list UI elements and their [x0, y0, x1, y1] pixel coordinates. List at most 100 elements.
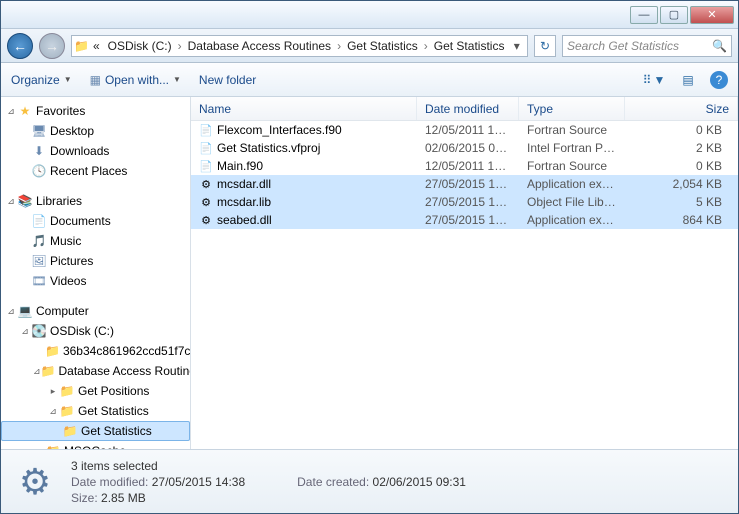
breadcrumb-seg[interactable]: OSDisk (C:)	[104, 39, 176, 53]
file-size: 2,054 KB	[625, 177, 738, 191]
file-date: 02/06/2015 09:25	[417, 141, 519, 155]
tree-item-getstat-inner[interactable]: 📁Get Statistics	[1, 421, 190, 441]
maximize-button[interactable]: ▢	[660, 6, 688, 24]
explorer-window: — ▢ ✕ ← → 📁 « OSDisk (C:)› Database Acce…	[0, 0, 739, 514]
tree-libraries[interactable]: ⊿📚Libraries	[1, 191, 190, 211]
folder-icon: 📁	[59, 404, 75, 418]
file-name: Get Statistics.vfproj	[217, 141, 320, 155]
tree-item-dar[interactable]: ⊿📁Database Access Routine	[1, 361, 190, 381]
file-row[interactable]: ⚙seabed.dll27/05/2015 14:39Application e…	[191, 211, 738, 229]
videos-icon: 🎞	[31, 274, 47, 288]
breadcrumb[interactable]: 📁 « OSDisk (C:)› Database Access Routine…	[71, 35, 528, 57]
file-size: 864 KB	[625, 213, 738, 227]
breadcrumb-seg[interactable]: Database Access Routines	[184, 39, 335, 53]
search-input[interactable]: Search Get Statistics 🔍	[562, 35, 732, 57]
file-date: 27/05/2015 14:39	[417, 213, 519, 227]
tree-item-mso[interactable]: 📁MSOCache	[1, 441, 190, 449]
forward-button[interactable]: →	[39, 33, 65, 59]
open-with-button[interactable]: ▦Open with...▼	[90, 73, 181, 87]
breadcrumb-overflow[interactable]: «	[89, 39, 104, 53]
titlebar: — ▢ ✕	[1, 1, 738, 29]
tree-item-recent[interactable]: 🕓Recent Places	[1, 161, 190, 181]
refresh-button[interactable]: ↻	[534, 35, 556, 57]
details-title: 3 items selected	[71, 459, 245, 473]
downloads-icon: ⬇	[31, 144, 47, 158]
content-area: ⊿★Favorites 🖥Desktop ⬇Downloads 🕓Recent …	[1, 97, 738, 449]
search-placeholder: Search Get Statistics	[567, 39, 679, 53]
tree-item-osdisk[interactable]: ⊿💽OSDisk (C:)	[1, 321, 190, 341]
details-size-value: 2.85 MB	[101, 491, 146, 505]
star-icon: ★	[17, 104, 33, 118]
file-type: Intel Fortran Proje...	[519, 141, 625, 155]
breadcrumb-dropdown[interactable]: ▾	[508, 39, 525, 53]
file-icon: ⚙	[199, 177, 213, 191]
tree-item-music[interactable]: 🎵Music	[1, 231, 190, 251]
navigation-tree[interactable]: ⊿★Favorites 🖥Desktop ⬇Downloads 🕓Recent …	[1, 97, 191, 449]
file-icon: ⚙	[199, 195, 213, 209]
file-name: Main.f90	[217, 159, 263, 173]
new-folder-button[interactable]: New folder	[199, 73, 256, 87]
file-date: 27/05/2015 14:39	[417, 195, 519, 209]
documents-icon: 📄	[31, 214, 47, 228]
file-name: Flexcom_Interfaces.f90	[217, 123, 342, 137]
file-row[interactable]: 📄Flexcom_Interfaces.f9012/05/2011 14:29F…	[191, 121, 738, 139]
view-button[interactable]: ⠿▼	[642, 69, 666, 91]
tree-item-getstat[interactable]: ⊿📁Get Statistics	[1, 401, 190, 421]
file-date: 12/05/2011 14:29	[417, 123, 519, 137]
breadcrumb-seg[interactable]: Get Statistics	[343, 39, 422, 53]
details-created-label: Date created:	[297, 475, 369, 489]
breadcrumb-seg[interactable]: Get Statistics	[430, 39, 509, 53]
file-row[interactable]: 📄 Main.f90 12/05/2011 14:29Fortran Source0…	[191, 157, 738, 175]
tree-item-downloads[interactable]: ⬇Downloads	[1, 141, 190, 161]
file-name: mcsdar.lib	[217, 195, 271, 209]
file-icon: ⚙	[199, 213, 213, 227]
file-size: 0 KB	[625, 159, 738, 173]
file-size: 0 KB	[625, 123, 738, 137]
tree-item-pictures[interactable]: 🖼Pictures	[1, 251, 190, 271]
computer-icon: 💻	[17, 304, 33, 318]
navigation-bar: ← → 📁 « OSDisk (C:)› Database Access Rou…	[1, 29, 738, 63]
chevron-right-icon: ›	[422, 39, 430, 53]
tree-item-getpos[interactable]: ▸📁Get Positions	[1, 381, 190, 401]
open-with-icon: ▦	[90, 73, 101, 87]
file-row[interactable]: ⚙mcsdar.dll27/05/2015 14:38Application e…	[191, 175, 738, 193]
file-row[interactable]: 📄 Get Statistics.vfproj 02/06/2015 09:25In…	[191, 139, 738, 157]
file-type: Application extens...	[519, 177, 625, 191]
details-modified-value: 27/05/2015 14:38	[152, 475, 245, 489]
recent-icon: 🕓	[31, 164, 47, 178]
details-pane: ⚙ 3 items selected Date modified: 27/05/…	[1, 449, 738, 513]
tree-computer[interactable]: ⊿💻Computer	[1, 301, 190, 321]
help-button[interactable]: ?	[710, 71, 728, 89]
file-date: 12/05/2011 14:29	[417, 159, 519, 173]
file-icon: 📄	[199, 159, 213, 173]
details-modified-label: Date modified:	[71, 475, 148, 489]
file-icon: 📄	[199, 123, 213, 137]
tree-favorites[interactable]: ⊿★Favorites	[1, 101, 190, 121]
desktop-icon: 🖥	[31, 124, 47, 138]
chevron-down-icon: ▼	[653, 73, 665, 87]
tree-item-desktop[interactable]: 🖥Desktop	[1, 121, 190, 141]
tree-item[interactable]: 📁36b34c861962ccd51f7ce	[1, 341, 190, 361]
tree-item-videos[interactable]: 🎞Videos	[1, 271, 190, 291]
music-icon: 🎵	[31, 234, 47, 248]
pictures-icon: 🖼	[31, 254, 47, 268]
column-size[interactable]: Size	[625, 97, 738, 120]
column-name[interactable]: Name	[191, 97, 417, 120]
tree-item-documents[interactable]: 📄Documents	[1, 211, 190, 231]
file-icon: 📄	[199, 141, 213, 155]
details-size-label: Size:	[71, 491, 98, 505]
preview-pane-button[interactable]: ▤	[676, 69, 700, 91]
folder-icon: 📁	[45, 344, 60, 358]
close-button[interactable]: ✕	[690, 6, 734, 24]
file-type: Fortran Source	[519, 159, 625, 173]
folder-icon: 📁	[74, 39, 89, 53]
organize-button[interactable]: Organize▼	[11, 73, 72, 87]
minimize-button[interactable]: —	[630, 6, 658, 24]
file-rows[interactable]: 📄Flexcom_Interfaces.f9012/05/2011 14:29F…	[191, 121, 738, 449]
back-button[interactable]: ←	[7, 33, 33, 59]
chevron-right-icon: ›	[176, 39, 184, 53]
column-date[interactable]: Date modified	[417, 97, 519, 120]
file-row[interactable]: ⚙mcsdar.lib27/05/2015 14:39Object File L…	[191, 193, 738, 211]
folder-icon: 📁	[62, 424, 78, 438]
column-type[interactable]: Type	[519, 97, 625, 120]
